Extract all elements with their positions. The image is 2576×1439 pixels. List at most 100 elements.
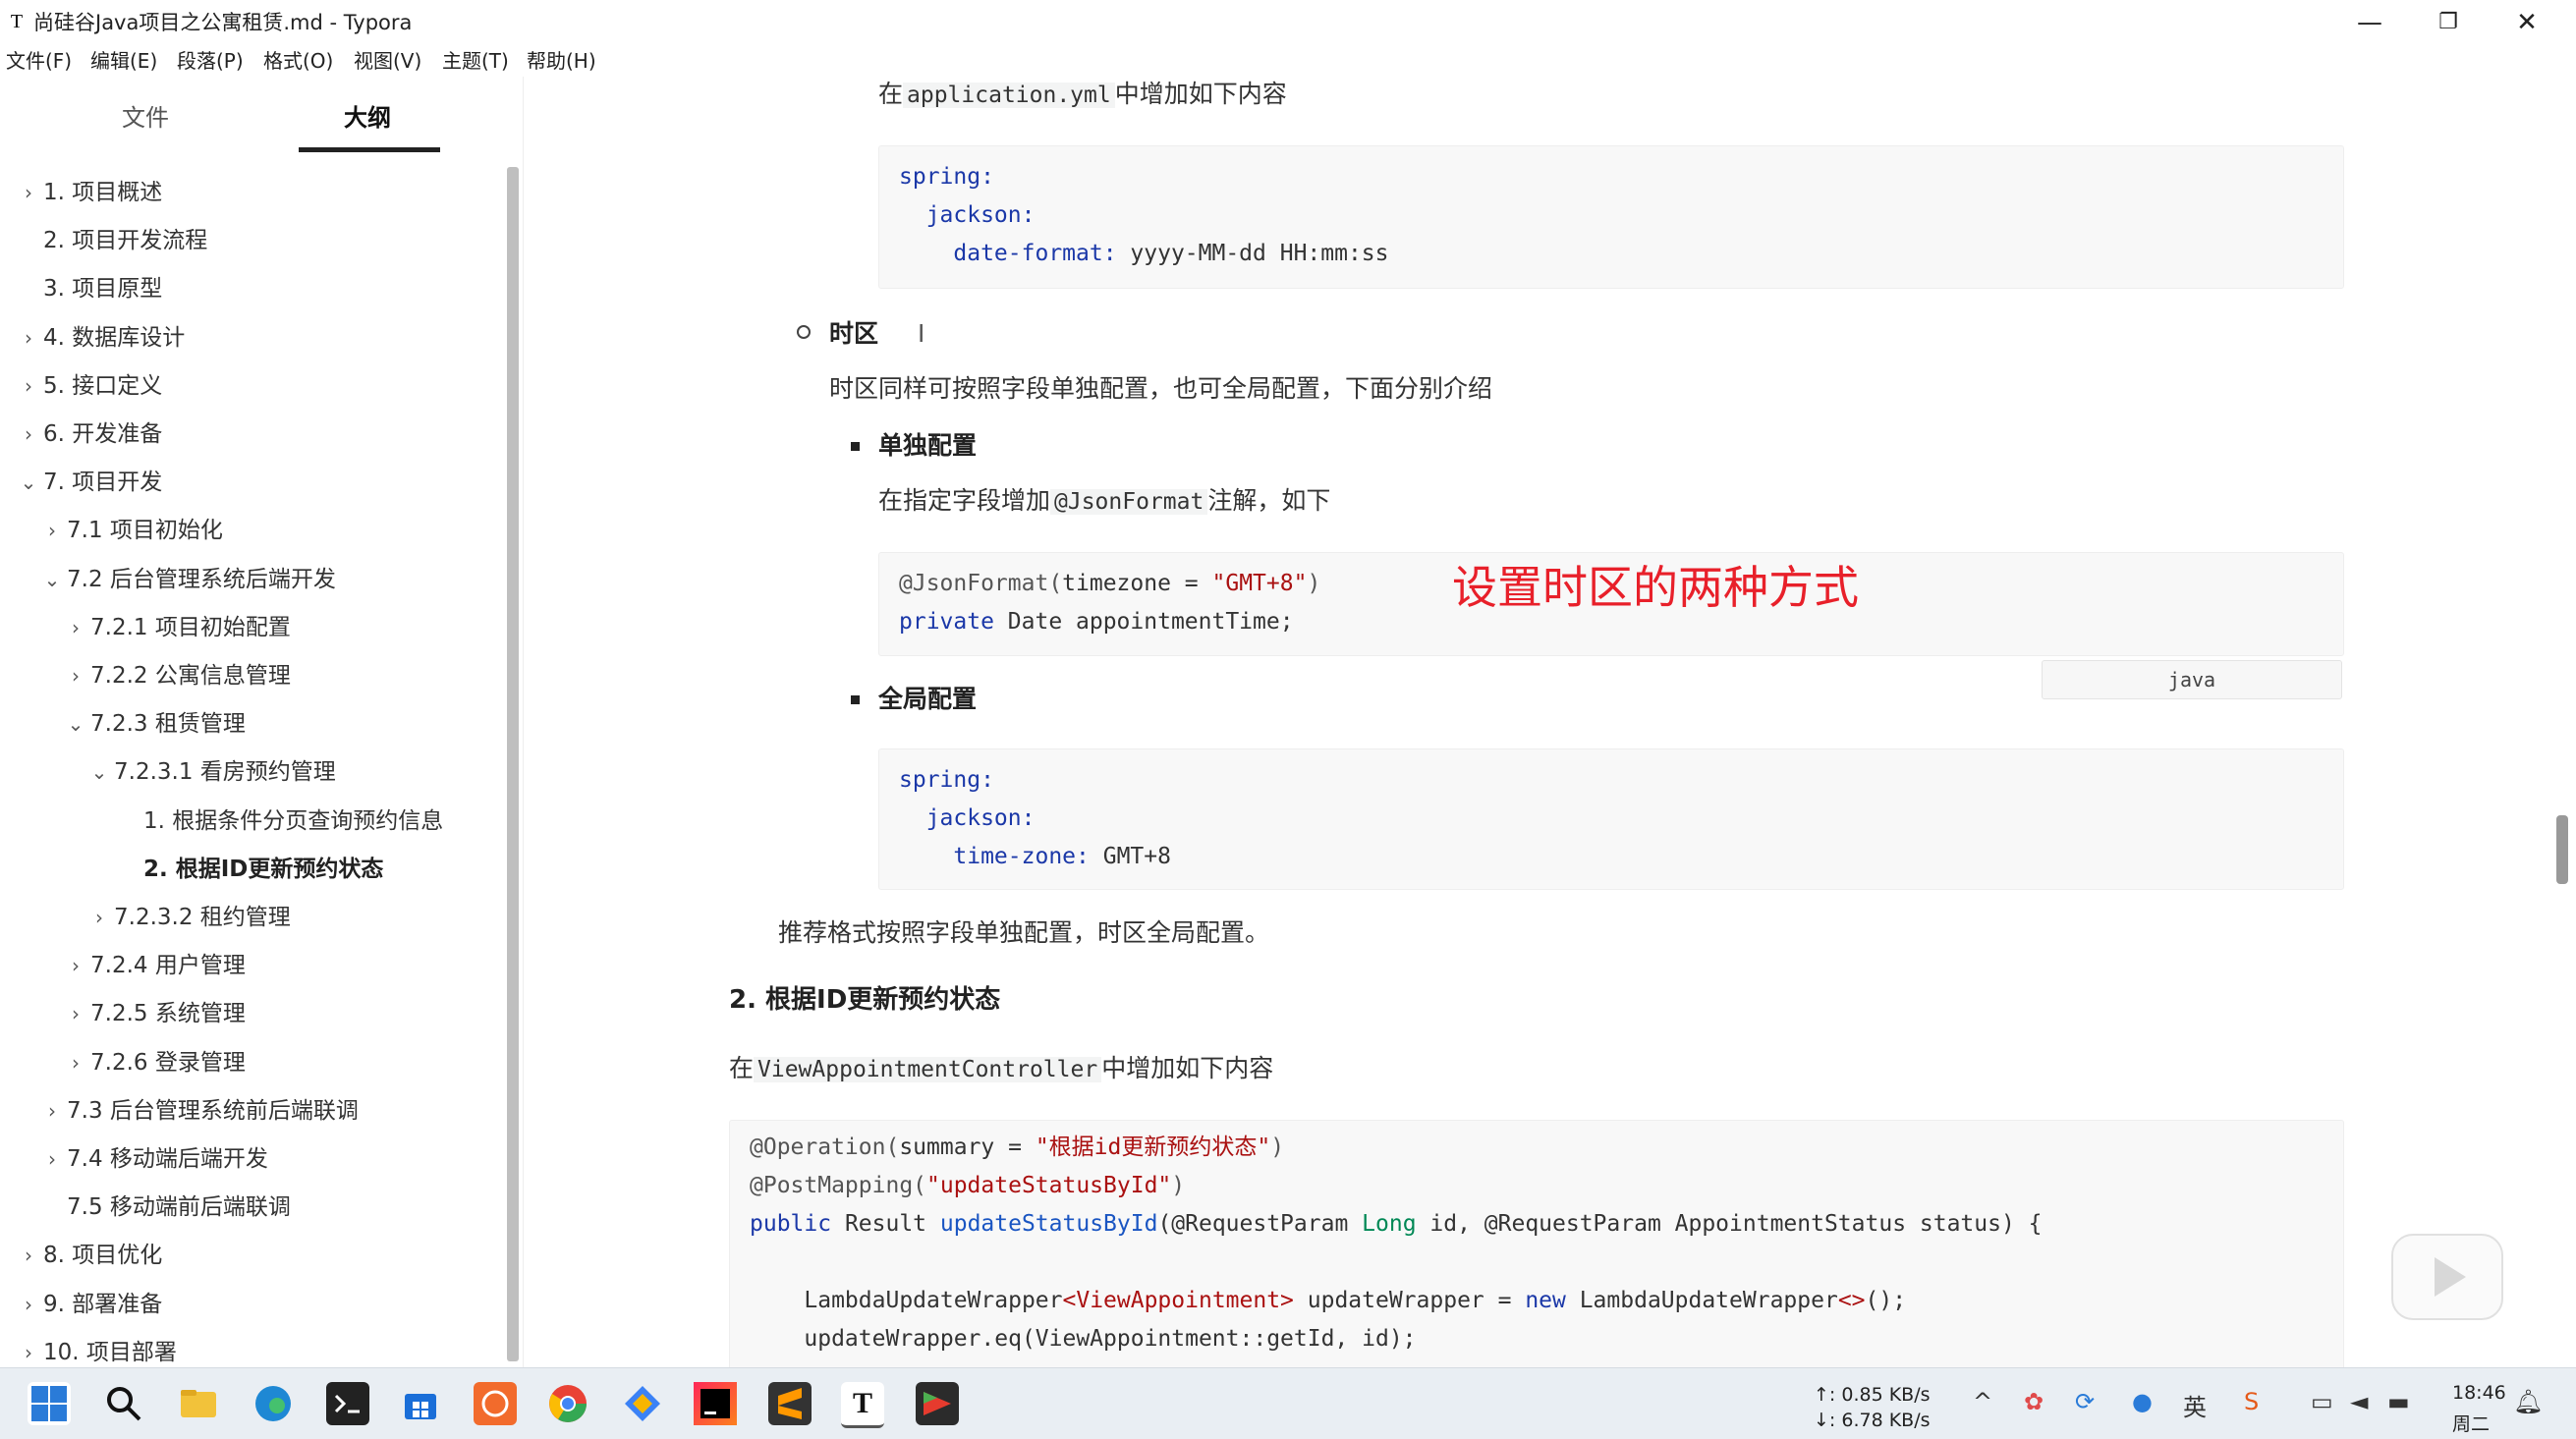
code-language-selector[interactable]: java bbox=[2042, 660, 2342, 699]
editor-scrollbar[interactable] bbox=[2556, 815, 2568, 884]
paragraph-application-yml: 在 application.yml 中增加如下内容 bbox=[878, 77, 1287, 113]
text: 在指定字段增加 bbox=[878, 486, 1051, 515]
tray-overflow-icon[interactable]: ^ bbox=[1973, 1388, 1992, 1415]
notification-bell-icon[interactable]: 🔔︎ bbox=[2513, 1388, 2543, 1415]
clock-day[interactable]: 周二 bbox=[2452, 1410, 2490, 1436]
tab-files[interactable]: 文件 bbox=[122, 102, 169, 134]
volume-icon[interactable]: ◄ bbox=[2350, 1388, 2368, 1415]
list-bullet bbox=[851, 442, 860, 451]
code-line: @PostMapping("updateStatusById") bbox=[750, 1167, 1185, 1205]
terminal-icon[interactable] bbox=[326, 1382, 369, 1425]
code-block-date-format[interactable]: spring: jackson: date-format: yyyy-MM-dd… bbox=[878, 145, 2344, 289]
menu-file[interactable]: 文件(F) bbox=[6, 48, 72, 74]
chevron-right-icon[interactable]: › bbox=[41, 1139, 63, 1179]
file-explorer-icon[interactable] bbox=[177, 1382, 220, 1425]
outline-item[interactable]: 1. 根据条件分页查询预约信息 bbox=[118, 802, 443, 841]
outline-item[interactable]: › 7.2.1 项目初始配置 bbox=[65, 608, 291, 647]
chevron-right-icon[interactable]: › bbox=[18, 1333, 39, 1367]
windows-start-icon[interactable] bbox=[28, 1382, 71, 1425]
chevron-right-icon[interactable]: › bbox=[65, 994, 86, 1033]
outline-item[interactable]: › 7.4 移动端后端开发 bbox=[41, 1139, 268, 1179]
menu-paragraph[interactable]: 段落(P) bbox=[177, 48, 244, 74]
outline-item[interactable]: 2. 根据ID更新预约状态 bbox=[118, 850, 383, 889]
battery-icon[interactable]: ▬ bbox=[2387, 1388, 2410, 1415]
outline-item[interactable]: › 7.2.3.2 租约管理 bbox=[88, 898, 291, 937]
sogou-icon[interactable]: S bbox=[2244, 1388, 2259, 1415]
chevron-right-icon[interactable]: › bbox=[65, 608, 86, 647]
chevron-right-icon[interactable]: › bbox=[65, 656, 86, 695]
string-token: "updateStatusById" bbox=[926, 1173, 1172, 1198]
param-token: timezone bbox=[1062, 571, 1171, 596]
network-icon[interactable]: ▭ bbox=[2311, 1388, 2333, 1415]
menu-theme[interactable]: 主题(T) bbox=[442, 48, 509, 74]
code-token: Date appointmentTime; bbox=[993, 609, 1294, 635]
keyword-token: public bbox=[750, 1211, 832, 1237]
tray-app-icon[interactable]: ✿ bbox=[2024, 1388, 2044, 1415]
chevron-right-icon[interactable]: › bbox=[18, 318, 39, 358]
outline-item[interactable]: ⌄ 7.2.3 租赁管理 bbox=[65, 704, 246, 744]
outline-item[interactable]: › 7.3 后台管理系统前后端联调 bbox=[41, 1091, 359, 1131]
sourcetree-icon[interactable] bbox=[621, 1382, 664, 1425]
minimize-icon[interactable]: — bbox=[2330, 0, 2409, 45]
outline-item[interactable]: › 1. 项目概述 bbox=[18, 173, 162, 212]
intellij-icon[interactable] bbox=[694, 1382, 737, 1425]
outline-item[interactable]: ⌄ 7. 项目开发 bbox=[18, 463, 163, 502]
code-block-time-zone[interactable]: spring: jackson: time-zone: GMT+8 bbox=[878, 748, 2344, 890]
chevron-right-icon[interactable]: › bbox=[18, 415, 39, 454]
outline-item[interactable]: › 8. 项目优化 bbox=[18, 1236, 162, 1275]
sublime-icon[interactable] bbox=[768, 1382, 812, 1425]
outline-item[interactable]: ⌄ 7.2.3.1 看房预约管理 bbox=[88, 752, 336, 792]
chevron-right-icon[interactable]: › bbox=[18, 173, 39, 212]
store-icon[interactable] bbox=[399, 1382, 442, 1425]
edge-icon[interactable] bbox=[252, 1382, 295, 1425]
outline-item[interactable]: 7.5 移动端前后端联调 bbox=[41, 1188, 291, 1227]
restore-icon[interactable]: ❐ bbox=[2409, 0, 2488, 45]
tab-outline[interactable]: 大纲 bbox=[344, 102, 391, 134]
outline-item[interactable]: 2. 项目开发流程 bbox=[18, 221, 207, 260]
chevron-down-icon[interactable]: ⌄ bbox=[18, 463, 39, 502]
play-button[interactable] bbox=[2391, 1234, 2503, 1320]
outline-item[interactable]: › 7.2.4 用户管理 bbox=[65, 946, 246, 985]
chevron-right-icon[interactable]: › bbox=[41, 511, 63, 550]
menu-help[interactable]: 帮助(H) bbox=[527, 48, 596, 74]
chevron-right-icon[interactable]: › bbox=[18, 1285, 39, 1324]
outline-item[interactable]: › 7.2.6 登录管理 bbox=[65, 1043, 246, 1082]
chevron-right-icon[interactable]: › bbox=[18, 1236, 39, 1275]
outline-item[interactable]: › 7.2.2 公寓信息管理 bbox=[65, 656, 291, 695]
outline-item[interactable]: › 7.1 项目初始化 bbox=[41, 511, 223, 550]
chevron-right-icon[interactable]: › bbox=[88, 898, 110, 937]
chevron-down-icon[interactable]: ⌄ bbox=[41, 560, 63, 599]
typora-icon[interactable]: T bbox=[841, 1382, 884, 1428]
menu-view[interactable]: 视图(V) bbox=[354, 48, 421, 74]
menu-bar: 文件(F) 编辑(E) 段落(P) 格式(O) 视图(V) 主题(T) 帮助(H… bbox=[0, 45, 2576, 77]
code-token: id, @RequestParam AppointmentStatus stat… bbox=[1416, 1211, 2043, 1237]
sync-icon[interactable]: ⟳ bbox=[2075, 1388, 2095, 1415]
chevron-down-icon[interactable]: ⌄ bbox=[88, 752, 110, 792]
chrome-icon[interactable] bbox=[546, 1382, 589, 1425]
search-icon[interactable] bbox=[102, 1382, 145, 1425]
outline-item[interactable]: › 5. 接口定义 bbox=[18, 366, 162, 406]
outline-item[interactable]: ⌄ 7.2 后台管理系统后端开发 bbox=[41, 560, 336, 599]
input-method-icon[interactable]: 英 bbox=[2183, 1388, 2207, 1422]
sidebar-scrollbar[interactable] bbox=[507, 167, 519, 1361]
microphone-icon[interactable]: ● bbox=[2132, 1388, 2153, 1415]
postman-icon[interactable] bbox=[474, 1382, 517, 1425]
outline-item[interactable]: › 4. 数据库设计 bbox=[18, 318, 185, 358]
outline-item[interactable]: › 7.2.5 系统管理 bbox=[65, 994, 246, 1033]
snipaste-icon[interactable] bbox=[916, 1382, 959, 1425]
menu-format[interactable]: 格式(O) bbox=[263, 48, 333, 74]
chevron-down-icon[interactable]: ⌄ bbox=[65, 704, 86, 744]
close-icon[interactable]: ✕ bbox=[2488, 0, 2566, 45]
outline-item[interactable]: › 6. 开发准备 bbox=[18, 415, 162, 454]
outline-item[interactable]: › 10. 项目部署 bbox=[18, 1333, 177, 1367]
menu-edit[interactable]: 编辑(E) bbox=[90, 48, 157, 74]
outline-item[interactable]: › 9. 部署准备 bbox=[18, 1285, 162, 1324]
annotation-token: @Operation( bbox=[750, 1135, 900, 1160]
outline-item[interactable]: 3. 项目原型 bbox=[18, 269, 162, 308]
chevron-right-icon[interactable]: › bbox=[41, 1091, 63, 1131]
chevron-right-icon[interactable]: › bbox=[65, 1043, 86, 1082]
chevron-right-icon[interactable]: › bbox=[65, 946, 86, 985]
code-block-controller[interactable]: @Operation(summary = "根据id更新预约状态") @Post… bbox=[729, 1120, 2344, 1367]
clock-time[interactable]: 18:46 bbox=[2452, 1382, 2506, 1404]
chevron-right-icon[interactable]: › bbox=[18, 366, 39, 406]
